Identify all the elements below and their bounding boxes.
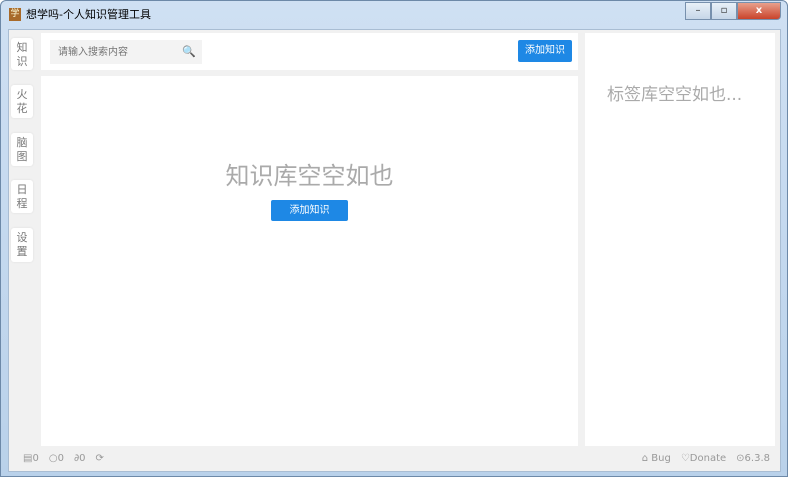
close-button[interactable]: x <box>737 2 781 20</box>
heart-icon: ♡ <box>680 453 690 464</box>
search-input[interactable] <box>50 40 202 64</box>
status-right: ⌂ Bug ♡Donate ⊙6.3.8 <box>642 453 770 464</box>
window-title: 想学吗-个人知识管理工具 <box>26 8 151 21</box>
sidebar-item-spark[interactable]: 火 花 <box>11 85 33 118</box>
tag-panel: 标签库空空如也... <box>585 33 775 446</box>
bug-link[interactable]: ⌂ Bug <box>642 453 671 464</box>
info-icon: ⊙ <box>736 453 745 464</box>
app-window: 学 想学吗-个人知识管理工具 – ▫ x 知 识 火 花 脑 图 日 程 设 置… <box>0 0 788 477</box>
donate-link[interactable]: ♡Donate <box>681 453 726 464</box>
knowledge-count: ▤0 <box>23 453 39 464</box>
sidebar-item-settings[interactable]: 设 置 <box>11 228 33 262</box>
version-label: ⊙6.3.8 <box>736 453 770 464</box>
knowledge-list: 知识库空空如也 添加知识 <box>41 76 578 446</box>
sync-icon[interactable]: ⟳ <box>95 453 103 464</box>
minimize-button[interactable]: – <box>685 2 711 20</box>
bug-icon: ⌂ <box>641 453 649 464</box>
title-bar: 学 想学吗-个人知识管理工具 <box>9 5 151 23</box>
tag-empty-text: 标签库空空如也... <box>607 85 743 105</box>
sidebar-item-knowledge[interactable]: 知 识 <box>11 38 33 70</box>
sidebar-item-mindmap[interactable]: 脑 图 <box>11 133 33 166</box>
sidebar-item-schedule[interactable]: 日 程 <box>11 180 33 213</box>
top-toolbar: 🔍 添加知识 <box>41 33 578 70</box>
link-count: ∂0 <box>73 453 86 464</box>
status-left: ▤0 ○0 ∂0 ⟳ <box>23 453 104 464</box>
circle-icon: ○ <box>48 453 58 464</box>
add-knowledge-button[interactable]: 添加知识 <box>518 40 572 62</box>
client-area: 知 识 火 花 脑 图 日 程 设 置 🔍 添加知识 知识库空空如也 添加知识 … <box>8 29 781 472</box>
add-knowledge-center-button[interactable]: 添加知识 <box>271 200 348 221</box>
app-icon: 学 <box>9 7 21 21</box>
maximize-button[interactable]: ▫ <box>711 2 737 20</box>
search-icon[interactable]: 🔍 <box>182 45 196 58</box>
empty-state-text: 知识库空空如也 <box>225 162 394 190</box>
spark-count: ○0 <box>48 453 64 464</box>
